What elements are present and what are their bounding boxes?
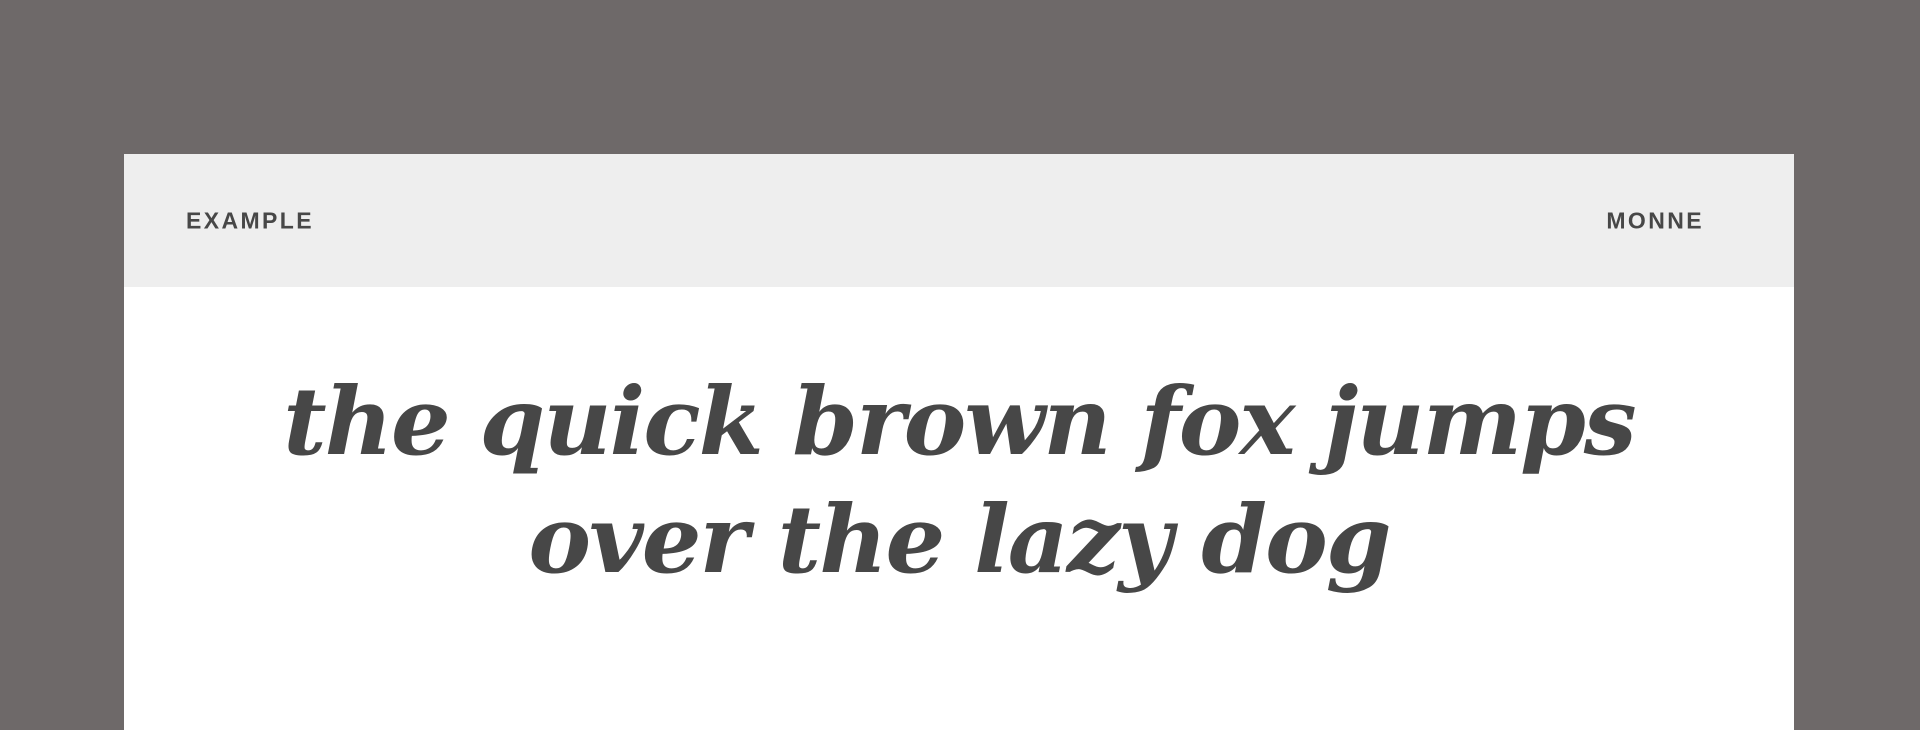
- specimen-card: EXAMPLE MONNE the quick brown fox jumps …: [124, 154, 1794, 730]
- specimen-line-2: over the lazy dog: [528, 485, 1391, 595]
- specimen-line-1: the quick brown fox jumps: [283, 367, 1636, 477]
- example-label: EXAMPLE: [186, 207, 314, 233]
- card-header: EXAMPLE MONNE: [124, 154, 1794, 287]
- type-specimen: the quick brown fox jumps over the lazy …: [124, 363, 1794, 599]
- font-name-label: MONNE: [1606, 207, 1704, 233]
